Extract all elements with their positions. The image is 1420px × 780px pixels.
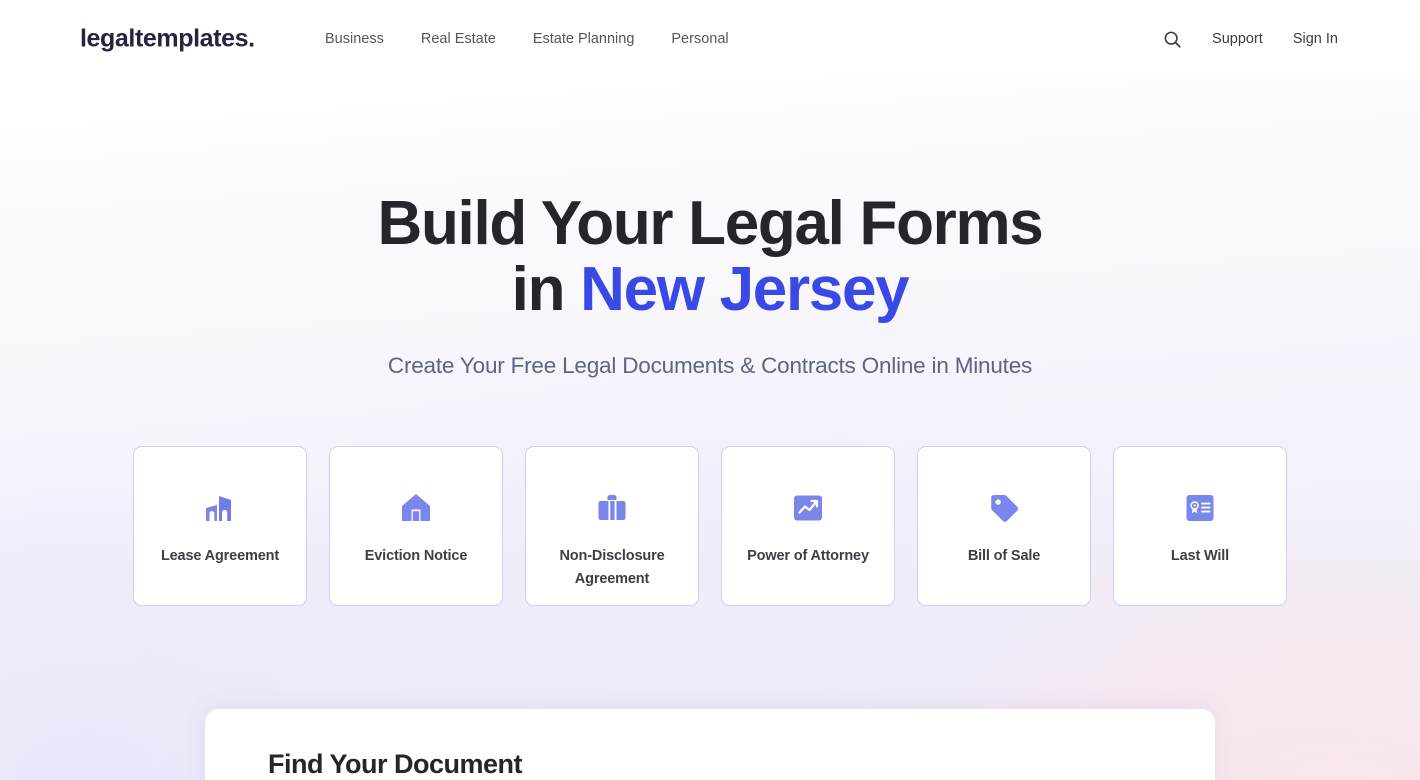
certificate-icon xyxy=(1177,485,1223,531)
site-header: legaltemplates. Business Real Estate Est… xyxy=(0,0,1420,78)
nav-item-estate-planning[interactable]: Estate Planning xyxy=(533,32,635,47)
site-logo[interactable]: legaltemplates. xyxy=(80,25,255,54)
primary-nav: Business Real Estate Estate Planning Per… xyxy=(325,32,729,47)
hero-section: Build Your Legal Forms in New Jersey Cre… xyxy=(0,78,1420,780)
headline-line-1: Build Your Legal Forms xyxy=(377,189,1044,258)
document-card-row: Lease Agreement Eviction Notice Non-Disc… xyxy=(0,446,1420,606)
card-last-will[interactable]: Last Will xyxy=(1113,446,1287,606)
find-document-title: Find Your Document xyxy=(268,749,523,779)
card-bill-of-sale[interactable]: Bill of Sale xyxy=(917,446,1091,606)
trending-up-icon xyxy=(785,485,831,531)
nav-item-real-estate[interactable]: Real Estate xyxy=(421,32,496,47)
card-label: Last Will xyxy=(1170,548,1230,564)
card-power-of-attorney[interactable]: Power of Attorney xyxy=(721,446,895,606)
header-actions: Support Sign In xyxy=(1162,29,1338,49)
headline-line-2-prefix: in xyxy=(511,255,581,325)
support-link[interactable]: Support xyxy=(1212,32,1263,47)
page-title: Build Your Legal Forms in New Jersey xyxy=(0,189,1420,325)
card-label: Eviction Notice xyxy=(364,548,468,564)
buildings-icon xyxy=(197,485,243,531)
card-label: Non-Disclosure Agreement xyxy=(559,548,665,588)
card-label: Lease Agreement xyxy=(160,548,280,564)
search-icon[interactable] xyxy=(1162,29,1182,49)
nav-item-business[interactable]: Business xyxy=(325,32,384,47)
card-eviction-notice[interactable]: Eviction Notice xyxy=(329,446,503,606)
price-tag-icon xyxy=(981,485,1027,531)
card-label: Bill of Sale xyxy=(967,548,1041,564)
page-root: legaltemplates. Business Real Estate Est… xyxy=(0,0,1420,780)
find-document-panel: Find Your Document xyxy=(205,709,1215,780)
nav-item-personal[interactable]: Personal xyxy=(671,32,728,47)
card-label: Power of Attorney xyxy=(747,548,869,564)
headline-state: New Jersey xyxy=(580,255,910,325)
signin-link[interactable]: Sign In xyxy=(1293,32,1338,47)
house-icon xyxy=(393,485,439,531)
briefcase-icon xyxy=(589,485,635,531)
page-subtitle: Create Your Free Legal Documents & Contr… xyxy=(387,353,1033,378)
card-lease-agreement[interactable]: Lease Agreement xyxy=(133,446,307,606)
card-non-disclosure-agreement[interactable]: Non-Disclosure Agreement xyxy=(525,446,699,606)
